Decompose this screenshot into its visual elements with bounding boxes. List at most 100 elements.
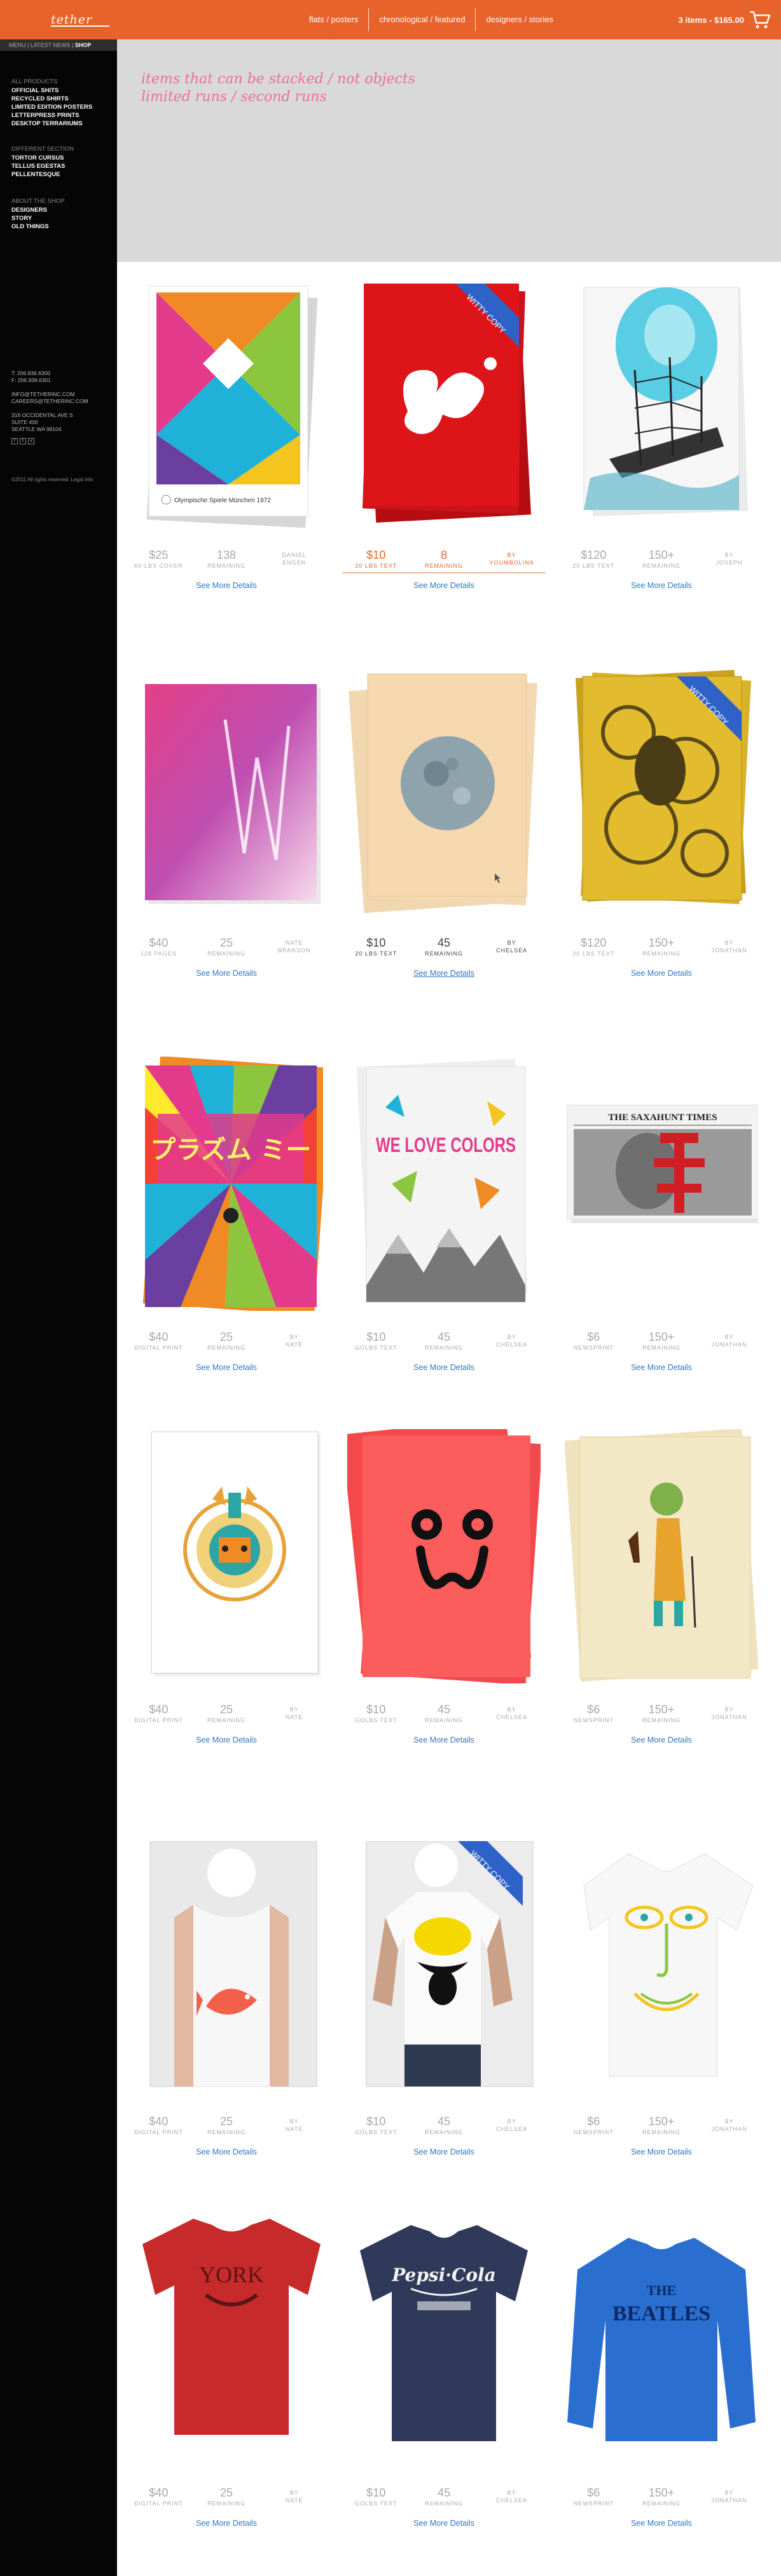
sidebar-link-limited-posters[interactable]: LIMITED EDITION POSTERS bbox=[11, 103, 113, 111]
sidebar-link-designers[interactable]: DESIGNERS bbox=[11, 206, 113, 214]
product-image[interactable]: Olympische Spiele München 1972 bbox=[130, 275, 323, 529]
contact-email-careers[interactable]: CAREERS@TETHERINC.COM bbox=[11, 398, 113, 405]
designer-name[interactable]: JONATHAN bbox=[695, 947, 763, 954]
designer-stat: BY CHELSEA bbox=[478, 936, 546, 961]
see-more-details-link[interactable]: See More Details bbox=[125, 2519, 328, 2528]
remaining-count: 45 bbox=[437, 1703, 450, 1716]
logo[interactable]: tether bbox=[51, 8, 109, 27]
product-image[interactable] bbox=[565, 1841, 758, 2095]
see-more-details-link[interactable]: See More Details bbox=[125, 969, 328, 978]
product-image[interactable] bbox=[565, 1429, 758, 1683]
product-stats: $40 DIGITAL PRINT 25 REMAINING BY NATE bbox=[125, 1330, 328, 1355]
see-more-details-link[interactable]: See More Details bbox=[342, 2148, 546, 2156]
product-image[interactable]: WE LOVE COLORS bbox=[347, 1057, 541, 1311]
product-image[interactable] bbox=[130, 1841, 323, 2095]
see-more-details-link[interactable]: See More Details bbox=[342, 969, 546, 978]
designer-name[interactable]: NATE bbox=[260, 2497, 328, 2504]
remaining-label: REMAINING bbox=[207, 1717, 245, 1723]
remaining-count: 150+ bbox=[648, 936, 675, 949]
facebook-icon[interactable]: f bbox=[11, 438, 18, 444]
designer-name[interactable]: YOUMBOLINA bbox=[478, 559, 546, 566]
product-image[interactable] bbox=[565, 275, 758, 529]
cart-button[interactable]: 3 items - $165.00 bbox=[679, 8, 771, 32]
designer-by: BY bbox=[724, 2490, 734, 2496]
vimeo-icon[interactable]: v bbox=[28, 438, 34, 444]
sidebar-link-old-things[interactable]: OLD THINGS bbox=[11, 223, 113, 231]
paper-type: 60 LBS COVER bbox=[134, 563, 183, 569]
product-image[interactable]: WITTY COPY bbox=[347, 275, 541, 529]
remaining-label: REMAINING bbox=[642, 563, 681, 569]
product-image[interactable] bbox=[347, 662, 541, 917]
see-more-details-link[interactable]: See More Details bbox=[560, 581, 763, 590]
see-more-details-link[interactable]: See More Details bbox=[125, 2148, 328, 2156]
product-image[interactable]: THE BEATLES bbox=[565, 2212, 758, 2467]
sidebar-link-recycled-shirts[interactable]: RECYCLED SHIRTS bbox=[11, 95, 113, 103]
designer-name[interactable]: BRANSON bbox=[260, 947, 328, 954]
product-image[interactable] bbox=[347, 1429, 541, 1683]
see-more-details-link[interactable]: See More Details bbox=[560, 1736, 763, 1744]
designer-name[interactable]: JONATHAN bbox=[695, 1341, 763, 1348]
see-more-details-link[interactable]: See More Details bbox=[560, 2148, 763, 2156]
designer-name[interactable]: CHELSEA bbox=[478, 1713, 546, 1721]
sidebar-head[interactable]: ABOUT THE SHOP bbox=[11, 197, 113, 205]
contact-email-info[interactable]: INFO@TETHERINC.COM bbox=[11, 391, 113, 398]
sidebar-link-terrariums[interactable]: DESKTOP TERRARIUMS bbox=[11, 120, 113, 128]
remaining-stat: 45 REMAINING bbox=[410, 2114, 478, 2140]
see-more-details-link[interactable]: See More Details bbox=[125, 581, 328, 590]
designer-name[interactable]: JONATHAN bbox=[695, 1713, 763, 1721]
nav-flats-posters[interactable]: flats / posters bbox=[299, 7, 368, 40]
see-more-details-link[interactable]: See More Details bbox=[342, 581, 546, 590]
breadcrumb-latest-news[interactable]: LATEST NEWS bbox=[31, 42, 71, 48]
remaining-stat: 25 REMAINING bbox=[193, 1702, 261, 1728]
twitter-icon[interactable]: t bbox=[20, 438, 26, 444]
product-image[interactable]: WITTY COPY bbox=[565, 662, 758, 917]
sidebar-link-tellus[interactable]: TELLUS EGESTAS bbox=[11, 162, 113, 170]
sidebar-link-pellentesque[interactable]: PELLENTESQUE bbox=[11, 170, 113, 179]
see-more-details-link[interactable]: See More Details bbox=[342, 2519, 546, 2528]
designer-stat: BY CHELSEA bbox=[478, 1702, 546, 1728]
see-more-details-link[interactable]: See More Details bbox=[560, 1363, 763, 1372]
see-more-details-link[interactable]: See More Details bbox=[560, 2519, 763, 2528]
designer-name[interactable]: NATE bbox=[260, 1713, 328, 1721]
remaining-count: 45 bbox=[437, 2115, 450, 2128]
see-more-details-link[interactable]: See More Details bbox=[342, 1363, 546, 1372]
designer-name[interactable]: JONATHAN bbox=[695, 2125, 763, 2133]
designer-name[interactable]: CHELSEA bbox=[478, 2125, 546, 2133]
product-image[interactable]: プラズム ミー bbox=[130, 1057, 323, 1311]
designer-name[interactable]: JONATHAN bbox=[695, 2497, 763, 2504]
designer-stat: BY JONATHAN bbox=[695, 1702, 763, 1728]
see-more-details-link[interactable]: See More Details bbox=[125, 1363, 328, 1372]
product-image[interactable]: THE SAXAHUNT TIMES bbox=[565, 1057, 758, 1311]
product-stats: $40 128 PAGES 25 REMAINING NATE BRANSON bbox=[125, 936, 328, 961]
price-stat: $25 60 LBS COVER bbox=[125, 548, 193, 573]
sidebar-head[interactable]: DIFFERENT SECTION bbox=[11, 145, 113, 153]
nav-designers-stories[interactable]: designers / stories bbox=[476, 7, 563, 32]
designer-name[interactable]: NATE bbox=[260, 2125, 328, 2133]
product-card: $10 20 LBS TEXT 45 REMAINING BY CHELSEA See… bbox=[342, 662, 546, 1018]
price: $10 bbox=[366, 549, 386, 561]
price-stat: $6 NEWSPRINT bbox=[560, 2114, 628, 2140]
designer-name[interactable]: NATE bbox=[260, 1341, 328, 1348]
nav-chronological-featured[interactable]: chronological / featured bbox=[369, 7, 475, 32]
remaining-count: 8 bbox=[440, 549, 447, 561]
product-image[interactable] bbox=[130, 1429, 323, 1683]
designer-name[interactable]: JOSEPH bbox=[695, 559, 763, 566]
sidebar-link-official-shits[interactable]: OFFICIAL SHITS bbox=[11, 86, 113, 95]
product-image[interactable]: YORK bbox=[130, 2212, 323, 2467]
sidebar-link-tortor[interactable]: TORTOR CURSUS bbox=[11, 154, 113, 162]
see-more-details-link[interactable]: See More Details bbox=[342, 1736, 546, 1744]
breadcrumb-menu[interactable]: MENU bbox=[9, 42, 26, 48]
product-image[interactable]: Pepsi·Cola bbox=[347, 2212, 541, 2467]
designer-name[interactable]: CHELSEA bbox=[478, 2497, 546, 2504]
sidebar-head[interactable]: ALL PRODUCTS bbox=[11, 78, 113, 86]
see-more-details-link[interactable]: See More Details bbox=[560, 969, 763, 978]
designer-name[interactable]: CHELSEA bbox=[478, 947, 546, 954]
designer-name[interactable]: CHELSEA bbox=[478, 1341, 546, 1348]
sidebar-group-about: ABOUT THE SHOP DESIGNERS STORY OLD THING… bbox=[11, 197, 113, 231]
sidebar-link-story[interactable]: STORY bbox=[11, 214, 113, 223]
product-image[interactable] bbox=[130, 662, 323, 917]
designer-name[interactable]: ENGEN bbox=[260, 559, 328, 566]
product-image[interactable]: WITTY COPY bbox=[347, 1841, 541, 2095]
see-more-details-link[interactable]: See More Details bbox=[125, 1736, 328, 1744]
sidebar-link-letterpress[interactable]: LETTERPRESS PRINTS bbox=[11, 111, 113, 120]
